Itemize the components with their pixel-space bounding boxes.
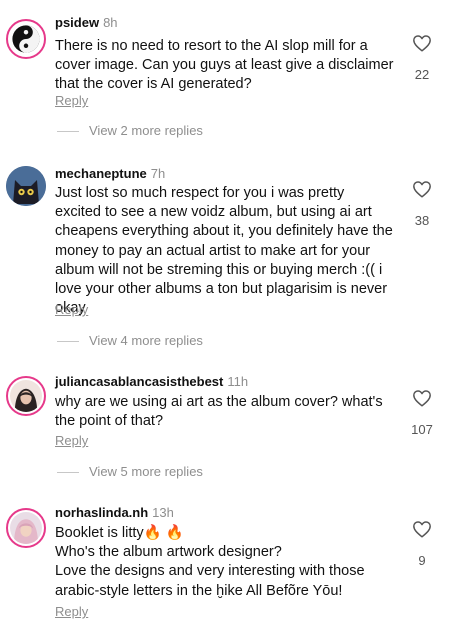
user-avatar[interactable] [6,376,46,416]
heart-icon [413,390,431,407]
comment-time: 7h [150,166,166,181]
comment-text: Booklet is litty🔥 🔥 Who's the album artw… [55,525,365,599]
heart-icon [413,181,431,198]
user-avatar[interactable] [6,508,46,548]
thread-line [57,341,79,343]
heart-icon [413,35,431,52]
user-avatar[interactable] [6,166,46,206]
thread-line [57,472,79,474]
like-button[interactable]: 38 [408,180,436,228]
comment-text: why are we using ai art as the album cov… [55,394,383,430]
comment-text: There is no need to resort to the AI slo… [55,38,394,93]
like-count: 9 [418,553,426,568]
comment-username[interactable]: norhaslinda.nh [55,505,148,520]
photo-avatar [10,380,42,412]
like-count: 38 [414,213,430,228]
user-avatar[interactable] [6,19,46,59]
comment-username[interactable]: mechaneptune [55,166,147,181]
heart-icon [413,521,431,538]
reply-button[interactable]: Reply [55,604,88,619]
like-count: 22 [414,67,430,82]
comment-username[interactable]: psidew [55,15,99,30]
view-more-replies[interactable]: View 5 more replies [57,464,203,479]
like-button[interactable]: 9 [408,520,436,568]
comment-time: 13h [152,505,174,520]
comment-time: 8h [103,15,118,30]
like-button[interactable]: 22 [408,34,436,82]
reply-button[interactable]: Reply [55,433,88,448]
like-count: 107 [411,422,433,437]
comment-username[interactable]: juliancasablancasisthebest [55,374,223,389]
thread-line [57,131,79,133]
photo-avatar [10,512,42,544]
cat-avatar [6,166,46,206]
reply-button[interactable]: Reply [55,302,88,317]
view-more-replies[interactable]: View 2 more replies [57,123,203,138]
reply-button[interactable]: Reply [55,93,88,108]
comment-text: Just lost so much respect for you i was … [55,185,393,317]
view-more-replies[interactable]: View 4 more replies [57,333,203,348]
yin-yang-icon [10,23,42,55]
comment-time: 11h [227,374,249,389]
like-button[interactable]: 107 [408,389,436,437]
